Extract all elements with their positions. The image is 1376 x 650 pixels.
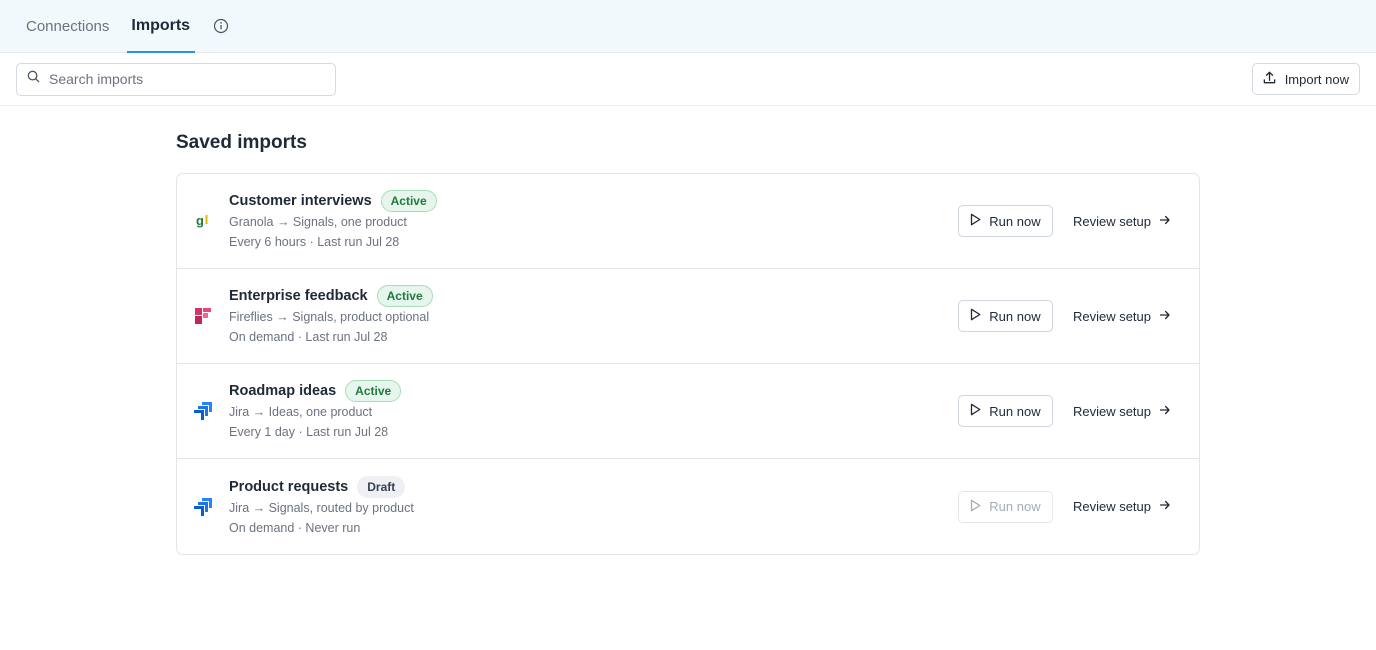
import-schedule: Every 6 hours · Last run Jul 28 <box>229 235 400 249</box>
import-title: Enterprise feedback <box>229 288 368 304</box>
review-setup-label: Review setup <box>1072 213 1151 229</box>
import-source: Granola → Signals, one product <box>229 215 407 229</box>
run-now-label: Run now <box>989 213 1041 229</box>
imports-list: g Customer interviews Active Granola → S… <box>176 173 1200 555</box>
run-now-button: Run now <box>957 490 1053 523</box>
svg-text:g: g <box>196 213 204 228</box>
toolbar: Import now <box>0 53 1376 106</box>
tab-imports[interactable]: Imports <box>127 0 195 53</box>
search-icon <box>27 70 40 88</box>
status-badge: Active <box>376 285 433 307</box>
review-setup-label: Review setup <box>1072 308 1151 324</box>
arrow-right-icon <box>1151 309 1171 324</box>
tab-connections[interactable]: Connections <box>26 0 109 52</box>
review-setup-link[interactable]: Review setup <box>1073 499 1171 514</box>
run-now-button[interactable]: Run now <box>957 205 1053 237</box>
run-now-button[interactable]: Run now <box>957 395 1053 427</box>
run-now-label: Run now <box>989 499 1041 514</box>
import-schedule: On demand · Never run <box>229 520 361 535</box>
arrow-right-icon <box>1151 214 1171 229</box>
status-badge: Active <box>345 380 402 402</box>
import-now-button[interactable]: Import now <box>1251 63 1360 95</box>
arrow-right-icon <box>1151 499 1171 514</box>
fireflies-logo-icon <box>193 306 213 326</box>
review-setup-label: Review setup <box>1072 499 1151 514</box>
play-icon <box>970 308 989 324</box>
review-setup-link[interactable]: Review setup <box>1073 214 1171 229</box>
review-setup-link[interactable]: Review setup <box>1073 404 1171 419</box>
play-icon <box>970 403 989 419</box>
play-icon <box>970 213 989 229</box>
import-schedule: Every 1 day · Last run Jul 28 <box>229 425 389 439</box>
import-source: Jira → Ideas, one product <box>229 405 373 419</box>
import-row: Roadmap ideas Active Jira → Ideas, one p… <box>177 364 1199 459</box>
import-row: Product requests Draft Jira → Signals, r… <box>177 459 1199 554</box>
import-row: Enterprise feedback Active Fireflies → S… <box>177 269 1199 364</box>
status-badge: Active <box>380 190 437 212</box>
import-source: Fireflies → Signals, product optional <box>229 310 430 324</box>
import-schedule: On demand · Last run Jul 28 <box>229 330 388 344</box>
search-input[interactable] <box>49 71 309 87</box>
jira-logo-icon <box>193 497 213 517</box>
section-title: Saved imports <box>176 132 307 153</box>
import-title: Roadmap ideas <box>229 383 337 399</box>
review-setup-link[interactable]: Review setup <box>1073 309 1171 324</box>
import-now-label: Import now <box>1284 71 1349 87</box>
play-icon <box>970 499 989 515</box>
run-now-label: Run now <box>989 308 1041 324</box>
info-icon[interactable] <box>213 0 229 52</box>
arrow-right-icon <box>1151 404 1171 419</box>
main-content: Saved imports g Customer interviews Acti… <box>176 132 1200 555</box>
import-source: Jira → Signals, routed by product <box>229 500 414 515</box>
run-now-label: Run now <box>989 403 1041 419</box>
granola-logo-icon: g <box>193 211 213 231</box>
jira-logo-icon <box>193 401 213 421</box>
top-nav: Connections Imports <box>0 0 1376 53</box>
review-setup-label: Review setup <box>1072 403 1151 419</box>
run-now-button[interactable]: Run now <box>957 300 1053 332</box>
search-box <box>16 62 336 96</box>
status-badge: Draft <box>357 475 406 498</box>
upload-icon <box>1262 70 1285 88</box>
import-title: Product requests <box>229 478 349 495</box>
import-row: g Customer interviews Active Granola → S… <box>177 174 1199 269</box>
import-title: Customer interviews <box>229 193 372 209</box>
